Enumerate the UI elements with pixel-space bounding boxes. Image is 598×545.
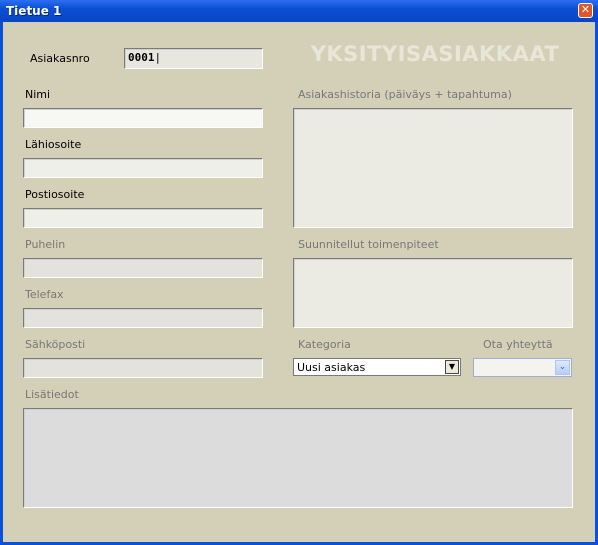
postiosoite-field[interactable] bbox=[23, 208, 263, 228]
lisatiedot-textarea[interactable] bbox=[23, 408, 573, 508]
asiakasnro-field[interactable]: 0001| bbox=[124, 48, 263, 69]
asiakasnro-label: Asiakasnro bbox=[30, 52, 90, 65]
kategoria-select[interactable]: Uusi asiakas ▼ bbox=[293, 358, 461, 376]
window-title: Tietue 1 bbox=[6, 4, 62, 18]
suunnitellut-label: Suunnitellut toimenpiteet bbox=[298, 238, 439, 251]
close-button[interactable]: ✕ bbox=[578, 3, 593, 18]
postiosoite-label: Postiosoite bbox=[25, 188, 85, 201]
kategoria-value: Uusi asiakas bbox=[297, 361, 366, 374]
nimi-field[interactable] bbox=[23, 108, 263, 128]
nimi-label: Nimi bbox=[25, 88, 51, 101]
asiakasnro-value: 0001 bbox=[128, 51, 155, 64]
asiakashistoria-label: Asiakashistoria (päiväys + tapahtuma) bbox=[298, 88, 512, 101]
ota-yhteytta-label: Ota yhteyttä bbox=[483, 338, 553, 351]
telefax-field[interactable] bbox=[23, 308, 263, 328]
puhelin-field[interactable] bbox=[23, 258, 263, 278]
close-icon: ✕ bbox=[580, 3, 591, 16]
form-watermark-title: YKSITYISASIAKKAAT bbox=[310, 42, 560, 66]
dropdown-arrow-icon[interactable]: ▼ bbox=[445, 360, 459, 374]
chevron-down-icon[interactable]: ⌄ bbox=[555, 360, 570, 375]
suunnitellut-textarea[interactable] bbox=[293, 258, 573, 328]
lahiosoite-field[interactable] bbox=[23, 158, 263, 178]
asiakashistoria-textarea[interactable] bbox=[293, 108, 573, 228]
ota-yhteytta-select[interactable]: ⌄ bbox=[473, 358, 572, 377]
sahkoposti-field[interactable] bbox=[23, 358, 263, 378]
form-window: Tietue 1 ✕ YKSITYISASIAKKAAT Asiakasnro … bbox=[0, 0, 598, 545]
sahkoposti-label: Sähköposti bbox=[25, 338, 86, 351]
lahiosoite-label: Lähiosoite bbox=[25, 138, 82, 151]
form-client-area: YKSITYISASIAKKAAT Asiakasnro 0001| Nimi … bbox=[3, 22, 595, 542]
title-bar[interactable]: Tietue 1 ✕ bbox=[0, 0, 598, 22]
puhelin-label: Puhelin bbox=[25, 238, 66, 251]
lisatiedot-label: Lisätiedot bbox=[25, 388, 79, 401]
kategoria-label: Kategoria bbox=[298, 338, 351, 351]
telefax-label: Telefax bbox=[25, 288, 64, 301]
